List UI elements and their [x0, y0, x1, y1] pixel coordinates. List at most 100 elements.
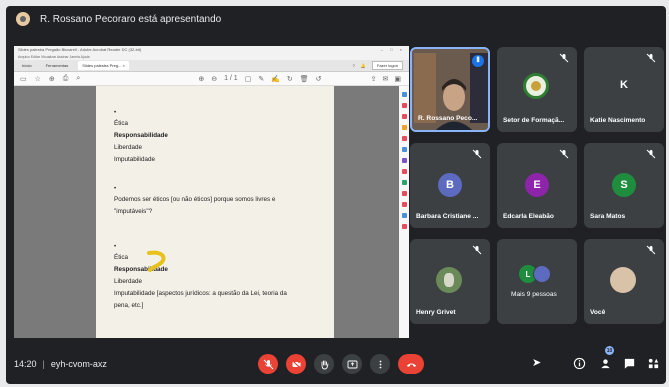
chat-icon	[624, 358, 634, 369]
participant-name: Sara Matos	[590, 213, 626, 220]
doc-line: Podemos ser éticos [ou não éticos] porqu…	[114, 196, 276, 203]
comment-icon: ▢	[244, 75, 252, 83]
search-icon: ⌕	[76, 74, 81, 82]
highlighter-mark	[147, 250, 166, 272]
tool-icon	[401, 169, 407, 174]
pdf-page: • Ética Responsabilidade Liberdade Imput…	[96, 86, 334, 338]
participant-tile[interactable]: E Edcarla Eleabão	[497, 143, 577, 228]
acrobat-title: Slides palestra Pregaão Biccarell - Adob…	[18, 47, 142, 52]
hand-icon	[321, 360, 328, 369]
document-area: • Ética Responsabilidade Liberdade Imput…	[14, 86, 399, 338]
doc-line: Liberdade	[114, 144, 143, 151]
doc-line: Ética	[114, 120, 128, 127]
info-icon	[573, 357, 585, 369]
participant-tile[interactable]: Setor de Formaçã...	[497, 47, 577, 132]
more-options-button[interactable]	[370, 354, 390, 374]
participant-tile-more[interactable]: L Mais 9 pessoas	[497, 239, 577, 324]
bell-icon: 🔔	[360, 63, 366, 68]
present-button[interactable]	[342, 354, 362, 374]
speaking-icon: ⦀	[472, 55, 484, 67]
bullet: •	[114, 110, 117, 116]
org-logo-icon	[523, 73, 549, 99]
participant-tile[interactable]: S Sara Matos	[584, 143, 664, 228]
participant-tile[interactable]: Henry Grivet	[410, 239, 490, 324]
tool-icon	[401, 180, 407, 185]
mic-off-icon	[559, 53, 569, 63]
tool-icon	[401, 114, 407, 119]
tool-icon	[401, 125, 407, 130]
divider: |	[42, 359, 45, 369]
people-count-badge: 10	[605, 346, 614, 355]
window-controls-icon: – □ ×	[380, 47, 405, 52]
mic-off-icon	[646, 53, 656, 63]
panel-icon: ▣	[394, 75, 401, 83]
mic-off-icon	[263, 359, 273, 369]
participant-name: R. Rossano Peco...	[418, 115, 478, 122]
participant-name: Barbara Cristiane ...	[416, 213, 479, 220]
page-counter: 1 / 1	[224, 74, 238, 82]
meeting-details-button[interactable]	[572, 356, 586, 370]
doc-line: Imputabilidade [aspectos jurídicos: a qu…	[114, 290, 287, 297]
mic-off-icon	[646, 245, 656, 255]
acrobat-toolbar: ▭ ☆ ⊕ ⎙ ⌕ ⊕ ⊖ 1 / 1 ▢ ✎ ✍ ↻ 🗑 ↺ ⇪ ✉ ▣	[14, 72, 409, 86]
pen-icon: ✎	[258, 75, 265, 83]
avatar	[610, 267, 636, 293]
present-screen-icon	[347, 360, 357, 368]
tool-icon	[401, 213, 407, 218]
participant-name: Katie Nascimento	[590, 117, 646, 124]
participant-tile[interactable]: K Katie Nascimento	[584, 47, 664, 132]
tool-icon	[401, 92, 407, 97]
mic-off-icon	[559, 149, 569, 159]
tool-icon	[401, 191, 407, 196]
mic-toggle-button[interactable]	[258, 354, 278, 374]
participant-name: Mais 9 pessoas	[511, 291, 557, 298]
shared-screen[interactable]: Slides palestra Pregaão Biccarell - Adob…	[14, 46, 409, 338]
acrobat-tabbar: Início Ferramentas Slides palestra Preg.…	[14, 60, 409, 72]
presentation-icon	[16, 12, 30, 26]
camera-toggle-button[interactable]	[286, 354, 306, 374]
activities-icon	[648, 358, 658, 368]
doc-line: "imputáveis"?	[114, 208, 153, 215]
doc-line: Responsabilidade	[114, 132, 168, 139]
upload-icon: ⊕	[48, 75, 55, 83]
acrobat-tools-sidebar	[399, 86, 409, 338]
tool-icon	[401, 103, 407, 108]
acrobat-titlebar: Slides palestra Pregaão Biccarell - Adob…	[14, 46, 409, 54]
tool-icon	[401, 136, 407, 141]
avatar: S	[612, 173, 636, 197]
meet-window: R. Rossano Pecoraro está apresentando Sl…	[6, 6, 666, 384]
prev-page-icon: ⊕	[198, 75, 205, 83]
mic-off-icon	[472, 149, 482, 159]
bottom-bar: 14:20 | eyh-cvom-axz ➤ 10	[6, 344, 666, 384]
presenter-text: R. Rossano Pecoraro está apresentando	[40, 13, 222, 25]
avatar: E	[525, 173, 549, 197]
tool-icon	[401, 224, 407, 229]
tool-icon	[401, 147, 407, 152]
avatar	[533, 265, 551, 283]
participant-name: Henry Grivet	[416, 309, 456, 316]
login-button: Fazer logon	[371, 61, 403, 70]
participant-tile[interactable]: B Barbara Cristiane ...	[410, 143, 490, 228]
undo-icon: ↺	[315, 75, 322, 83]
raise-hand-button[interactable]	[314, 354, 334, 374]
bullet: •	[114, 186, 117, 192]
chat-button[interactable]	[622, 356, 636, 370]
cursor-icon: ➤	[532, 357, 542, 369]
people-button[interactable]	[598, 356, 612, 370]
clock: 14:20	[14, 359, 37, 369]
tool-icon	[401, 202, 407, 207]
participant-tile-presenter[interactable]: ⦀ R. Rossano Peco...	[410, 47, 490, 132]
leave-call-button[interactable]	[398, 354, 424, 374]
end-call-icon	[406, 363, 416, 367]
tab-home: Início	[22, 63, 32, 68]
doc-line: Liberdade	[114, 278, 143, 285]
participant-name: Setor de Formaçã...	[503, 117, 565, 124]
avatar: K	[620, 79, 628, 91]
mic-off-icon	[472, 245, 482, 255]
mail-icon: ✉	[382, 75, 389, 83]
tab-tools: Ferramentas	[45, 63, 69, 68]
participant-tile-self[interactable]: Você	[584, 239, 664, 324]
activities-button[interactable]	[646, 356, 660, 370]
tool-icon	[401, 158, 407, 163]
help-icon: ?	[352, 63, 355, 68]
